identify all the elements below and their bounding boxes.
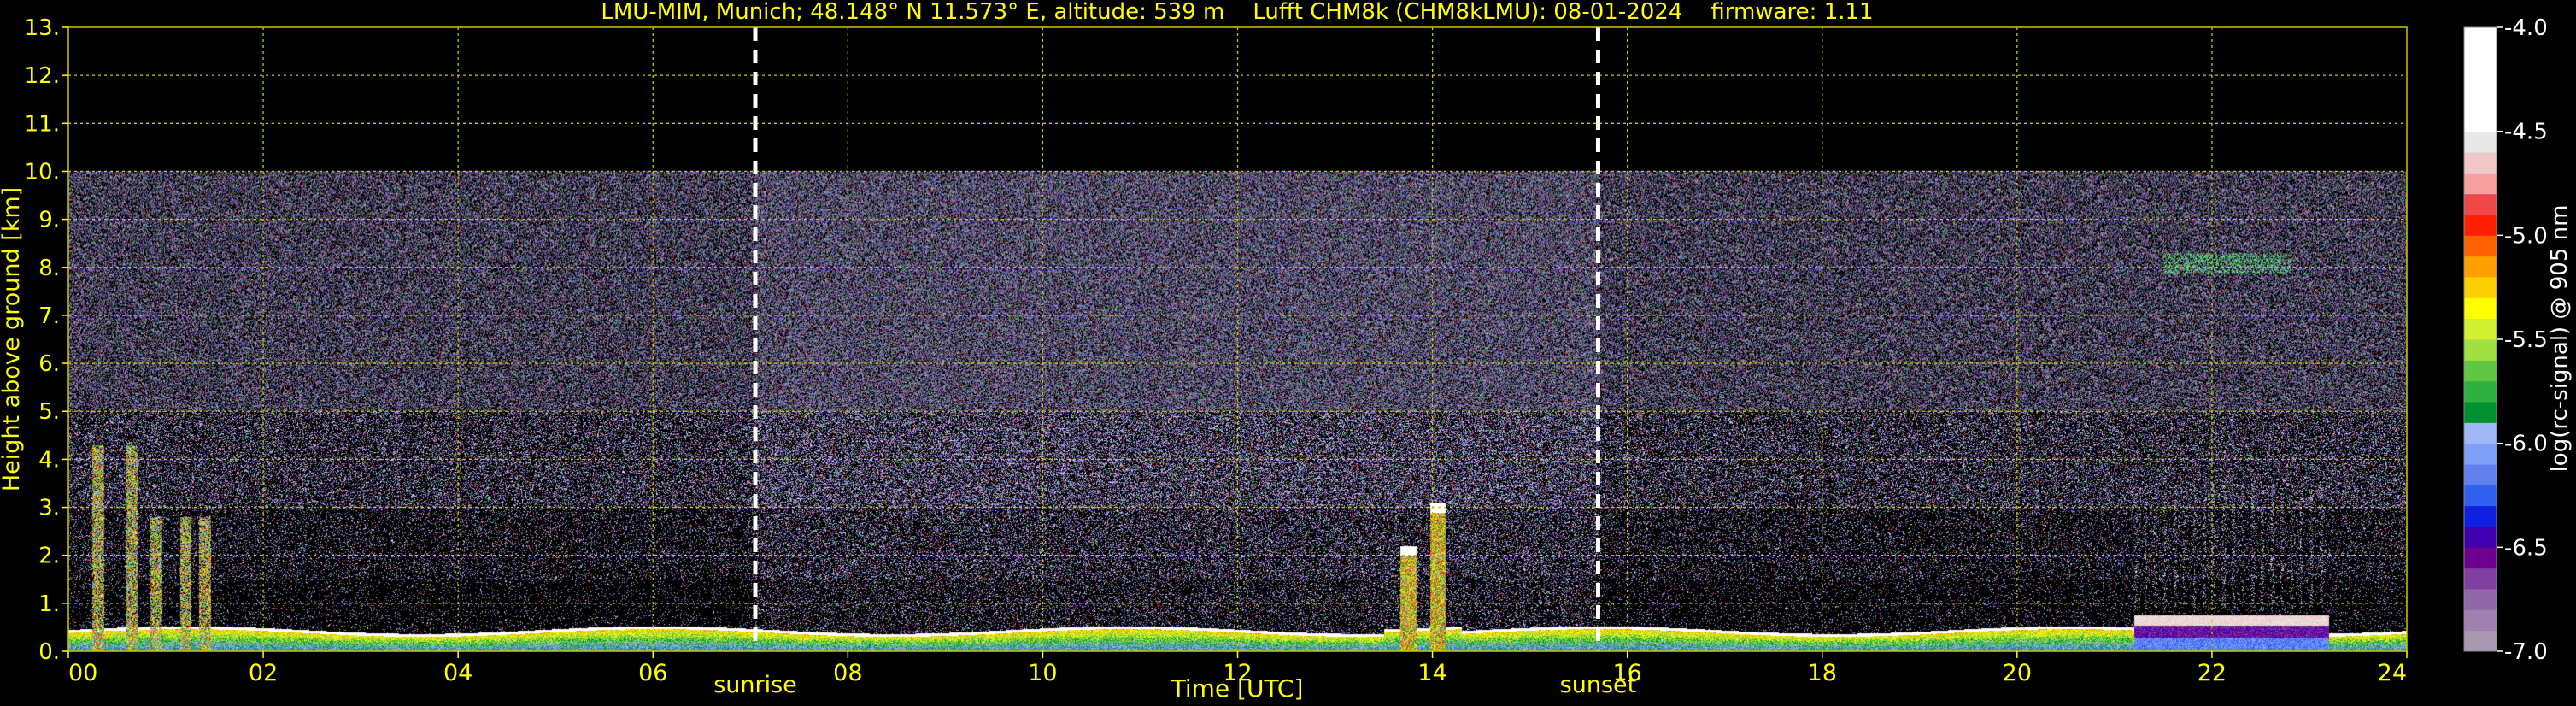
y-tick-label: 9.: [38, 208, 60, 233]
y-tick-label: 11.: [25, 111, 60, 137]
colorbar-segment: [2464, 193, 2497, 215]
colorbar-segment: [2464, 90, 2497, 111]
y-tick-label: 4.: [38, 447, 60, 473]
colorbar-tick-label: -7.0: [2504, 639, 2548, 665]
colorbar-segment: [2464, 48, 2497, 70]
y-tick-label: 0.: [38, 639, 60, 665]
y-axis-label: Height above ground [km]: [0, 187, 25, 491]
colorbar-segment: [2464, 630, 2497, 652]
colorbar-segment: [2464, 589, 2497, 610]
x-axis-label: Time [UTC]: [1171, 674, 1304, 703]
colorbar-tick-label: -5.0: [2504, 223, 2548, 249]
colorbar-segment: [2464, 27, 2497, 49]
ceilometer-chart: sunrise sunset LMU-MIM, Munich; 48.148° N…: [0, 0, 2576, 706]
colorbar-segment: [2464, 568, 2497, 590]
colorbar-segment: [2464, 277, 2497, 298]
colorbar-label: log(rc-signal) @ 905 nm: [2547, 205, 2573, 473]
colorbar-segment: [2464, 339, 2497, 361]
y-tick-label: 1.: [38, 591, 60, 617]
y-tick-label: 5.: [38, 399, 60, 425]
colorbar-segment: [2464, 422, 2497, 444]
colorbar-segment: [2464, 215, 2497, 236]
colorbar-segment: [2464, 152, 2497, 174]
colorbar-segment: [2464, 131, 2497, 153]
y-tick-label: 12.: [25, 63, 60, 89]
colorbar-segment: [2464, 505, 2497, 527]
colorbar-tick-label: -5.5: [2504, 327, 2548, 353]
colorbar-segment: [2464, 464, 2497, 485]
x-tick-label: 20: [2003, 660, 2032, 686]
colorbar-segment: [2464, 235, 2497, 257]
event-label-sunrise: sunrise: [713, 672, 797, 698]
y-tick-label: 2.: [38, 544, 60, 569]
x-tick-label: 02: [249, 660, 278, 686]
x-tick-label: 22: [2198, 660, 2227, 686]
chart-title: LMU-MIM, Munich; 48.148° N 11.573° E, al…: [601, 0, 1873, 25]
x-tick-label: 08: [833, 660, 862, 686]
x-tick-label: 24: [2378, 660, 2407, 686]
colorbar-segment: [2464, 547, 2497, 569]
x-tick-label: 04: [443, 660, 472, 686]
x-tick-label: 10: [1028, 660, 1057, 686]
y-tick-label: 10.: [25, 159, 60, 185]
colorbar-tick-label: -4.5: [2504, 120, 2548, 145]
y-tick-label: 13.: [25, 15, 60, 41]
colorbar-segment: [2464, 609, 2497, 632]
y-tick-label: 8.: [38, 256, 60, 281]
colorbar-segment: [2464, 110, 2497, 132]
colorbar-segment: [2464, 318, 2497, 340]
colorbar-segment: [2464, 360, 2497, 382]
colorbar-segment: [2464, 256, 2497, 278]
colorbar-tick-label: -6.5: [2504, 535, 2548, 561]
colorbar-segment: [2464, 402, 2497, 423]
colorbar-segment: [2464, 527, 2497, 548]
x-tick-label: 16: [1612, 660, 1641, 686]
y-tick-label: 7.: [38, 303, 60, 329]
colorbar-segment: [2464, 297, 2497, 320]
colorbar: [2463, 26, 2497, 652]
colorbar-segment: [2464, 443, 2497, 465]
x-tick-label: 06: [638, 660, 667, 686]
x-tick-label: 14: [1417, 660, 1446, 686]
colorbar-tick-label: -4.0: [2504, 15, 2548, 41]
colorbar-segment: [2464, 173, 2497, 195]
colorbar-segment: [2464, 68, 2497, 91]
y-tick-label: 6.: [38, 351, 60, 377]
x-tick-label: 00: [68, 660, 97, 686]
colorbar-segment: [2464, 485, 2497, 507]
colorbar-tick-label: -6.0: [2504, 432, 2548, 457]
x-tick-label: 18: [1808, 660, 1837, 686]
y-tick-label: 3.: [38, 496, 60, 521]
colorbar-segment: [2464, 380, 2497, 403]
